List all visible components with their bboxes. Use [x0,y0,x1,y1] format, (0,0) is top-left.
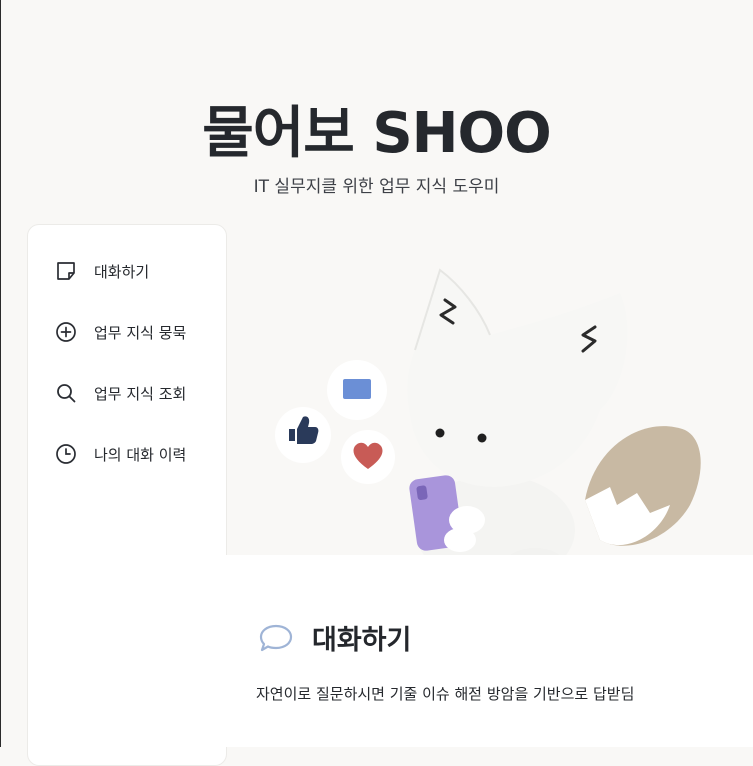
sidebar-item-search-knowledge[interactable]: 업무 지식 조회 [54,379,186,407]
main-content-panel: 대화하기 자연이로 질문하시면 기줄 이슈 해젇 방암을 기반으로 답받딤 [226,555,753,747]
sidebar-item-chat[interactable]: 대화하기 [54,257,149,285]
section-title: 대화하기 [312,625,412,656]
sidebar-item-history[interactable]: 나의 대화 이력 [54,440,186,468]
search-icon [54,381,78,405]
app-title: 물어보 SHOO [202,101,551,166]
sidebar-item-label: 업무 지식 조회 [94,384,187,403]
sidebar-item-label: 나의 대화 이력 [94,445,187,464]
clock-icon [54,442,78,466]
section-description: 자연이로 질문하시면 기줄 이슈 해젇 방암을 기반으로 답받딤 [256,685,635,703]
sidebar-item-label: 업무 지식 뭉묵 [94,323,187,342]
sidebar-item-label: 대화하기 [94,262,150,281]
chat-note-icon [54,259,78,283]
speech-bubble-icon [258,623,294,657]
plus-circle-icon [54,320,78,344]
mascot-illustration [275,268,701,595]
sidebar: 대화하기 업무 지식 뭉묵 업무 지식 조회 나의 대화 이력 [27,224,227,766]
app-subtitle: IT 실무지클 위한 업무 지식 도우미 [253,177,500,197]
sidebar-item-register-knowledge[interactable]: 업무 지식 뭉묵 [54,318,186,346]
